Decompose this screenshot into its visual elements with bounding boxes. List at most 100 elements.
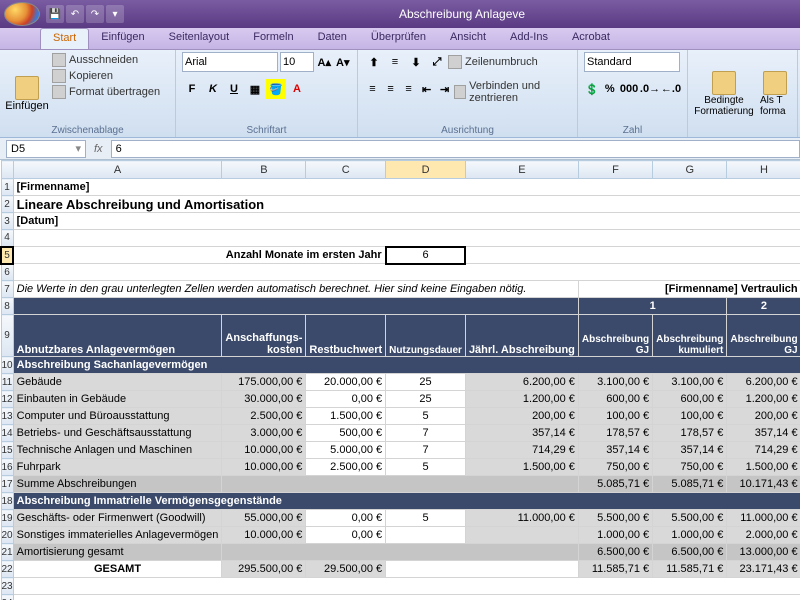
dec-decimal-icon[interactable]: ←.0 xyxy=(661,79,681,99)
cell-F8[interactable]: 1 xyxy=(578,298,726,315)
font-size-combo[interactable] xyxy=(280,52,314,72)
cell-F7[interactable]: [Firmenname] Vertraulich xyxy=(578,281,800,298)
section1[interactable]: Abschreibung Sachanlagevermögen xyxy=(13,357,800,374)
format-painter-button[interactable]: Format übertragen xyxy=(52,84,160,100)
thousand-icon[interactable]: 000 xyxy=(619,79,639,99)
cell-A1[interactable]: [Firmenname] xyxy=(13,179,800,196)
format-as-table-button[interactable]: Als T forma xyxy=(758,52,791,135)
font-color-button[interactable]: A xyxy=(287,79,307,99)
col-B[interactable]: B xyxy=(222,161,306,179)
align-left-icon[interactable]: ≡ xyxy=(364,79,381,99)
tab-ueberpruefen[interactable]: Überprüfen xyxy=(359,28,438,49)
hdr-asset[interactable]: Abnutzbares Anlagevermögen xyxy=(13,315,222,357)
undo-icon[interactable]: ↶ xyxy=(66,5,84,23)
redo-icon[interactable]: ↷ xyxy=(86,5,104,23)
underline-button[interactable]: U xyxy=(224,79,244,99)
col-A[interactable]: A xyxy=(13,161,222,179)
bold-button[interactable]: F xyxy=(182,79,202,99)
cell-A2[interactable]: Lineare Abschreibung und Amortisation xyxy=(13,196,800,213)
data-row: 14Betriebs- und Geschäftsausstattung3.00… xyxy=(1,425,800,442)
row-7[interactable]: 7 xyxy=(1,281,13,298)
formula-input[interactable]: 6 xyxy=(111,140,800,158)
cell-A4[interactable] xyxy=(13,230,800,247)
office-button[interactable] xyxy=(4,2,40,26)
indent-inc-icon[interactable]: ⇥ xyxy=(436,79,453,99)
cell-A3[interactable]: [Datum] xyxy=(13,213,800,230)
tab-formeln[interactable]: Formeln xyxy=(241,28,305,49)
wrap-text-button[interactable]: Zeilenumbruch xyxy=(448,52,538,72)
tab-start[interactable]: Start xyxy=(40,28,89,49)
col-C[interactable]: C xyxy=(306,161,386,179)
col-F[interactable]: F xyxy=(578,161,652,179)
indent-dec-icon[interactable]: ⇤ xyxy=(418,79,435,99)
number-format-combo[interactable] xyxy=(584,52,680,72)
fx-icon[interactable]: fx xyxy=(94,143,103,155)
group-clipboard-label: Zwischenablage xyxy=(0,125,175,136)
row-8[interactable]: 8 xyxy=(1,298,13,315)
data-row: 13Computer und Büroausstattung2.500,00 €… xyxy=(1,408,800,425)
cell-D5[interactable]: 6 xyxy=(386,247,466,264)
inc-decimal-icon[interactable]: .0→ xyxy=(640,79,660,99)
tab-daten[interactable]: Daten xyxy=(306,28,359,49)
hdr-book[interactable]: Restbuchwert xyxy=(306,315,386,357)
align-top-icon[interactable]: ⬆ xyxy=(364,52,384,72)
currency-icon[interactable]: 💲 xyxy=(584,79,601,99)
merge-center-button[interactable]: Verbinden und zentrieren xyxy=(454,79,571,105)
group-alignment-label: Ausrichtung xyxy=(358,125,577,136)
paste-button[interactable]: Einfügen xyxy=(6,52,48,135)
tab-seitenlayout[interactable]: Seitenlayout xyxy=(157,28,242,49)
border-button[interactable]: ▦ xyxy=(245,79,265,99)
cell-A7[interactable]: Die Werte in den grau unterlegten Zellen… xyxy=(13,281,578,298)
font-name-combo[interactable] xyxy=(182,52,278,72)
hdr-life[interactable]: Nutzungsdauer xyxy=(386,315,466,357)
increase-font-icon[interactable]: A▴ xyxy=(316,52,333,72)
col-G[interactable]: G xyxy=(653,161,727,179)
align-middle-icon[interactable]: ≡ xyxy=(385,52,405,72)
hdr-depGJ[interactable]: Abschreibung GJ xyxy=(578,315,652,357)
align-right-icon[interactable]: ≡ xyxy=(400,79,417,99)
row-6[interactable]: 6 xyxy=(1,264,13,281)
conditional-format-button[interactable]: Bedingte Formatierung xyxy=(694,52,754,135)
window-title: Abschreibung Anlageve xyxy=(124,7,800,21)
align-center-icon[interactable]: ≡ xyxy=(382,79,399,99)
cut-button[interactable]: Ausschneiden xyxy=(52,52,160,68)
row-10[interactable]: 10 xyxy=(1,357,13,374)
tab-einfuegen[interactable]: Einfügen xyxy=(89,28,156,49)
row-3[interactable]: 3 xyxy=(1,213,13,230)
row-9[interactable]: 9 xyxy=(1,315,13,357)
row-1[interactable]: 1 xyxy=(1,179,13,196)
worksheet-grid[interactable]: A B C D E F G H 1[Firmenname] 2Lineare A… xyxy=(0,160,800,600)
cond-format-icon xyxy=(712,71,736,95)
hdr-yearly[interactable]: Jährl. Abschreibung xyxy=(465,315,578,357)
section2[interactable]: Abschreibung Immatrielle Vermögensgegens… xyxy=(13,493,800,510)
row-4[interactable]: 4 xyxy=(1,230,13,247)
save-icon[interactable]: 💾 xyxy=(46,5,64,23)
orientation-icon[interactable]: ⤢ xyxy=(427,52,447,72)
col-E[interactable]: E xyxy=(465,161,578,179)
fill-color-button[interactable]: 🪣 xyxy=(266,79,286,99)
select-all-corner[interactable] xyxy=(1,161,13,179)
row-5[interactable]: 5 xyxy=(1,247,13,264)
data-row: 16Fuhrpark10.000,00 €2.500,00 €51.500,00… xyxy=(1,459,800,476)
tab-ansicht[interactable]: Ansicht xyxy=(438,28,498,49)
copy-button[interactable]: Kopieren xyxy=(52,68,160,84)
tab-addins[interactable]: Add-Ins xyxy=(498,28,560,49)
tab-acrobat[interactable]: Acrobat xyxy=(560,28,622,49)
hdr-cost[interactable]: Anschaffungs-kosten xyxy=(222,315,306,357)
decrease-font-icon[interactable]: A▾ xyxy=(335,52,352,72)
hdr-depKum[interactable]: Abschreibung kumuliert xyxy=(653,315,727,357)
cell-A5[interactable]: Anzahl Monate im ersten Jahr xyxy=(13,247,386,264)
col-D[interactable]: D xyxy=(386,161,466,179)
align-bottom-icon[interactable]: ⬇ xyxy=(406,52,426,72)
hdr-depGJ2[interactable]: Abschreibung GJ xyxy=(727,315,800,357)
percent-icon[interactable]: % xyxy=(602,79,619,99)
col-H[interactable]: H xyxy=(727,161,800,179)
scissors-icon xyxy=(52,53,66,67)
qat-more-icon[interactable]: ▾ xyxy=(106,5,124,23)
column-headers[interactable]: A B C D E F G H xyxy=(1,161,800,179)
row-2[interactable]: 2 xyxy=(1,196,13,213)
italic-button[interactable]: K xyxy=(203,79,223,99)
name-box[interactable]: D5▾ xyxy=(6,140,86,158)
quick-access-toolbar: 💾 ↶ ↷ ▾ xyxy=(46,5,124,23)
group-number-label: Zahl xyxy=(578,125,687,136)
